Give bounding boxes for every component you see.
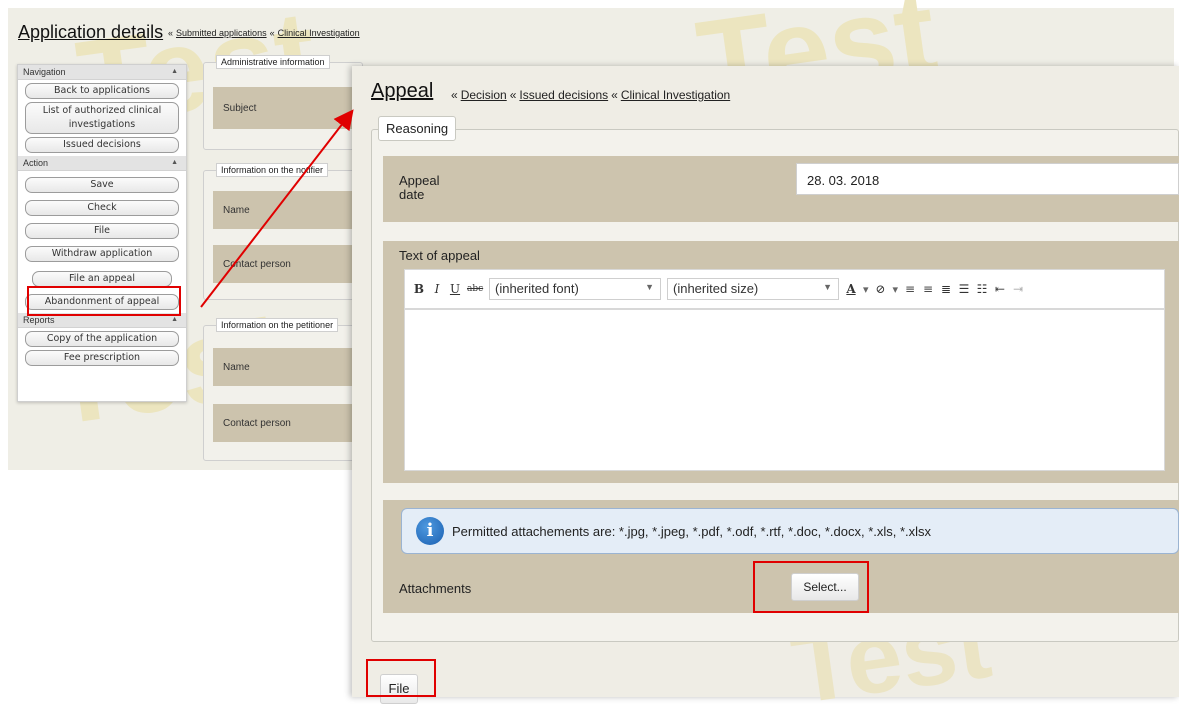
chevron-down-icon: ▼ [823,282,832,292]
highlight-color-icon[interactable]: ⊘ [875,282,887,296]
check-button[interactable]: Check [25,200,179,216]
align-left-icon[interactable]: ≡ [904,282,916,296]
info-text: Permitted attachements are: *.jpg, *.jpe… [452,523,932,539]
admin-info-panel: Administrative information Subject [203,55,364,150]
breadcrumb-link-decision[interactable]: Decision [461,88,507,102]
info-icon: i [416,517,444,545]
font-size-select[interactable]: (inherited size) ▼ [667,278,839,300]
bullet-list-icon[interactable]: ☰ [958,282,970,296]
field-row: Contact person [213,245,364,283]
sidebar-section-label: Reports [23,315,55,325]
panel-legend: Information on the notifier [216,163,329,177]
field-label: Contact person [223,417,291,429]
field-label: Name [223,204,250,216]
font-size-value: (inherited size) [673,281,759,296]
appeal-title: Appeal [371,80,434,102]
collapse-icon: ▲ [171,159,178,166]
breadcrumb-link-clinical-investigation[interactable]: Clinical Investigation [621,88,730,102]
font-family-value: (inherited font) [495,281,579,296]
appeal-text-editor[interactable] [404,309,1165,471]
sidebar-section-action[interactable]: Action ▲ [18,156,186,171]
field-label: Subject [223,102,257,114]
text-of-appeal-label: Text of appeal [399,248,480,263]
highlight-box-select [753,561,869,613]
copy-of-application-button[interactable]: Copy of the application [25,331,179,347]
withdraw-application-button[interactable]: Withdraw application [25,246,179,262]
field-row: Name [213,348,364,386]
file-button[interactable]: File [25,223,179,239]
appeal-date-row: Appeal date 28. 03. 2018 [383,156,1179,222]
reasoning-tab[interactable]: Reasoning [378,116,457,141]
file-an-appeal-button[interactable]: File an appeal [32,271,172,287]
sidebar-section-navigation[interactable]: Navigation ▲ [18,65,186,80]
field-label: Name [223,361,250,373]
sidebar-section-label: Navigation [23,67,66,77]
back-to-applications-button[interactable]: Back to applications [25,83,179,99]
collapse-icon: ▲ [171,68,178,75]
chevron-down-icon[interactable]: ▾ [863,283,869,296]
field-row: Contact person [213,404,364,442]
appeal-date-input[interactable]: 28. 03. 2018 [796,163,1179,195]
notifier-info-panel: Information on the notifier Name Contact… [203,163,364,300]
align-center-icon[interactable]: ≡ [922,282,934,296]
list-authorized-investigations-button[interactable]: List of authorized clinical investigatio… [25,102,179,134]
chevron-down-icon: ▼ [645,282,654,292]
text-color-icon[interactable]: A [845,282,857,296]
sidebar-section-label: Action [23,158,49,168]
bold-button[interactable]: B [413,282,425,296]
sidebar: Navigation ▲ Back to applications List o… [17,64,187,402]
outdent-icon[interactable]: ⇤ [994,282,1006,296]
editor-toolbar: B I U abc (inherited font) ▼ (inherited … [404,269,1165,309]
font-family-select[interactable]: (inherited font) ▼ [489,278,661,300]
attachment-info-box: i Permitted attachements are: *.jpg, *.j… [401,508,1179,554]
breadcrumb: «Submitted applications «Clinical Investi… [168,28,360,38]
breadcrumb-link-submitted[interactable]: Submitted applications [176,28,267,38]
field-row: Name [213,191,364,229]
indent-icon[interactable]: ⇥ [1012,282,1024,296]
panel-legend: Administrative information [216,55,330,69]
italic-button[interactable]: I [431,282,443,296]
issued-decisions-button[interactable]: Issued decisions [25,137,179,153]
chevron-down-icon[interactable]: ▾ [893,283,899,296]
appeal-breadcrumb: «Decision «Issued decisions «Clinical Inve… [451,88,731,102]
save-button[interactable]: Save [25,177,179,193]
underline-button[interactable]: U [449,282,461,296]
breadcrumb-link-issued-decisions[interactable]: Issued decisions [519,88,608,102]
field-label: Contact person [223,258,291,270]
numbered-list-icon[interactable]: ☷ [976,282,988,296]
field-row: Subject [213,87,364,129]
collapse-icon: ▲ [171,316,178,323]
appeal-date-label: Appeal date [399,173,440,202]
panel-legend: Information on the petitioner [216,318,339,332]
text-of-appeal-row: Text of appeal B I U abc (inherited font… [383,241,1179,483]
page-title: Application details [18,22,164,42]
breadcrumb-link-clinical[interactable]: Clinical Investigation [278,28,360,38]
strikethrough-button[interactable]: abc [467,284,483,294]
petitioner-info-panel: Information on the petitioner Name Conta… [203,318,364,461]
fee-prescription-button[interactable]: Fee prescription [25,350,179,366]
highlight-box-file [366,659,436,697]
attachments-label: Attachments [399,581,472,596]
highlight-box-file-an-appeal [27,286,181,316]
align-justify-icon[interactable]: ≣ [940,282,952,296]
